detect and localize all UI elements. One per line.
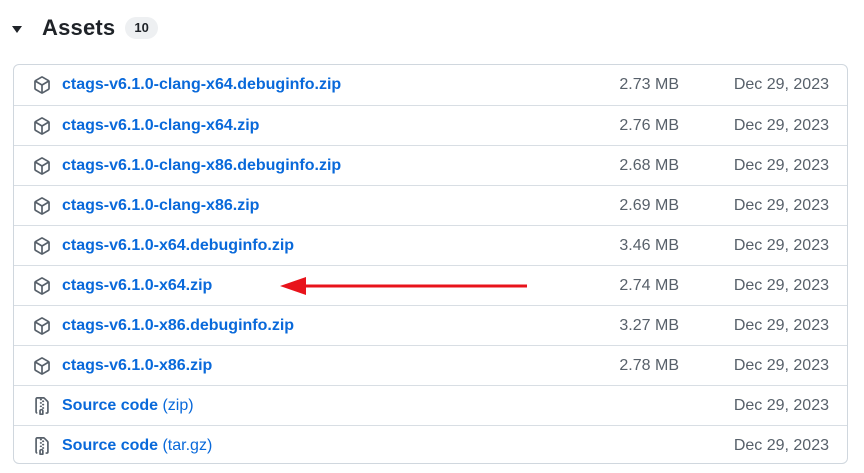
assets-toggle[interactable]: Assets 10 (12, 12, 158, 44)
asset-row: Source code (zip) Dec 29, 2023 (14, 385, 847, 425)
package-icon (33, 197, 51, 215)
package-icon (33, 117, 51, 135)
asset-size: 2.74 MB (619, 276, 679, 294)
asset-link[interactable]: ctags-v6.1.0-clang-x86.debuginfo.zip (62, 157, 341, 175)
asset-row: ctags-v6.1.0-x64.zip 2.74 MB Dec 29, 202… (14, 265, 847, 305)
asset-date: Dec 29, 2023 (733, 396, 829, 414)
asset-row: ctags-v6.1.0-clang-x86.debuginfo.zip 2.6… (14, 145, 847, 185)
assets-list: ctags-v6.1.0-clang-x64.debuginfo.zip 2.7… (13, 64, 848, 464)
asset-size: 2.68 MB (619, 156, 679, 174)
asset-size: 2.73 MB (619, 76, 679, 93)
package-icon (33, 76, 51, 94)
asset-date: Dec 29, 2023 (733, 436, 829, 454)
asset-link[interactable]: ctags-v6.1.0-x86.zip (62, 357, 212, 375)
asset-link[interactable]: ctags-v6.1.0-x64.debuginfo.zip (62, 237, 294, 255)
asset-size: 2.78 MB (619, 356, 679, 374)
asset-link[interactable]: ctags-v6.1.0-clang-x64.debuginfo.zip (62, 76, 341, 94)
assets-title: Assets (42, 15, 116, 40)
asset-link[interactable]: ctags-v6.1.0-x86.debuginfo.zip (62, 317, 294, 335)
asset-row: ctags-v6.1.0-clang-x86.zip 2.69 MB Dec 2… (14, 185, 847, 225)
asset-row: ctags-v6.1.0-x64.debuginfo.zip 3.46 MB D… (14, 225, 847, 265)
package-icon (33, 357, 51, 375)
asset-link[interactable]: ctags-v6.1.0-clang-x86.zip (62, 197, 259, 215)
asset-size: 2.76 MB (619, 116, 679, 134)
source-code-targz-link[interactable]: Source code (tar.gz) (62, 437, 212, 455)
asset-size: 3.46 MB (619, 236, 679, 254)
caret-down-icon (12, 26, 22, 33)
asset-row: ctags-v6.1.0-x86.zip 2.78 MB Dec 29, 202… (14, 345, 847, 385)
asset-date: Dec 29, 2023 (733, 316, 829, 334)
assets-count-badge: 10 (125, 17, 158, 39)
package-icon (33, 237, 51, 255)
file-zip-icon (33, 437, 51, 455)
asset-size: 3.27 MB (619, 316, 679, 334)
package-icon (33, 157, 51, 175)
asset-date: Dec 29, 2023 (733, 76, 829, 93)
package-icon (33, 317, 51, 335)
asset-date: Dec 29, 2023 (733, 236, 829, 254)
asset-link[interactable]: ctags-v6.1.0-clang-x64.zip (62, 117, 259, 135)
asset-date: Dec 29, 2023 (733, 156, 829, 174)
asset-row: ctags-v6.1.0-clang-x64.zip 2.76 MB Dec 2… (14, 105, 847, 145)
package-icon (33, 277, 51, 295)
asset-link[interactable]: ctags-v6.1.0-x64.zip (62, 277, 212, 295)
asset-row: ctags-v6.1.0-clang-x64.debuginfo.zip 2.7… (14, 65, 847, 105)
source-code-zip-link[interactable]: Source code (zip) (62, 397, 194, 415)
asset-date: Dec 29, 2023 (733, 196, 829, 214)
asset-row: ctags-v6.1.0-x86.debuginfo.zip 3.27 MB D… (14, 305, 847, 345)
asset-date: Dec 29, 2023 (733, 356, 829, 374)
asset-date: Dec 29, 2023 (733, 116, 829, 134)
asset-date: Dec 29, 2023 (733, 276, 829, 294)
asset-row: Source code (tar.gz) Dec 29, 2023 (14, 425, 847, 463)
file-zip-icon (33, 397, 51, 415)
asset-size: 2.69 MB (619, 196, 679, 214)
